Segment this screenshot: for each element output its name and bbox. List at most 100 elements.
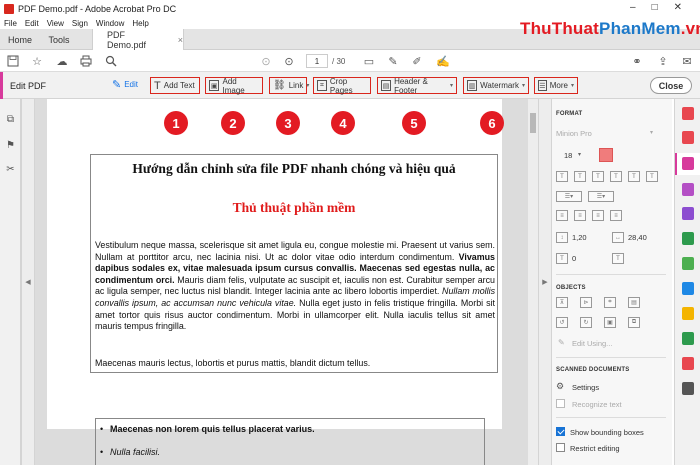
watermark-button[interactable]: ▥ Watermark ▾ [463,77,529,94]
edit-pdf-icon[interactable] [682,157,694,170]
close-window-icon[interactable]: ✕ [674,2,682,13]
tab-document[interactable]: PDF Demo.pdf × [92,29,184,50]
print-production-icon[interactable] [682,332,694,345]
text-style-icon[interactable]: T [556,171,568,182]
restrict-editing-checkbox[interactable] [556,443,565,452]
maximize-icon[interactable]: □ [652,2,658,13]
document-subtitle[interactable]: Thủ thuật phần mềm [91,200,497,216]
create-pdf-icon[interactable] [682,107,694,120]
char-spacing-value[interactable]: 28,40 [628,233,647,242]
mail-icon[interactable]: ✉ [680,54,694,68]
search-icon[interactable] [104,54,118,68]
more-tools-icon[interactable] [682,382,694,395]
document-title[interactable]: Hướng dẫn chỉnh sửa file PDF nhanh chóng… [91,161,497,177]
close-tab-icon[interactable]: × [178,35,183,45]
header-footer-button[interactable]: ▤ Header & Footer ▾ [377,77,457,95]
arrange-icon[interactable]: ⧉ [628,317,640,328]
align-right-icon[interactable]: ≡ [592,210,604,221]
flip-horizontal-icon[interactable]: ⊳ [580,297,592,308]
body-paragraph[interactable]: Vestibulum neque massa, scelerisque sit … [95,240,495,333]
font-family-select[interactable]: Minion Pro [556,129,592,138]
menu-help[interactable]: Help [132,19,148,28]
bookmarks-icon[interactable]: ⚑ [5,139,16,151]
bookmark-star-icon[interactable]: ☆ [30,54,44,68]
comment-icon[interactable]: ▭ [362,54,376,68]
tab-home[interactable]: Home [0,29,40,50]
protect-icon[interactable] [682,357,694,370]
align-center-icon[interactable]: ≡ [574,210,586,221]
vertical-scrollbar[interactable] [528,99,538,465]
show-bounding-checkbox[interactable] [556,427,565,436]
next-page-icon[interactable]: ⊙ [282,54,296,68]
window-controls[interactable]: – □ ✕ [630,2,682,13]
bullet-list-box[interactable]: • Maecenas non lorem quis tellus placera… [95,418,485,465]
combine-files-icon[interactable] [682,183,694,196]
settings-link[interactable]: Settings [572,383,599,392]
align-objects-icon[interactable]: ▤ [628,297,640,308]
menu-view[interactable]: View [47,19,64,28]
text-color-swatch[interactable] [599,148,613,162]
crop-object-icon[interactable]: ⌗ [604,297,616,308]
export-pdf-icon[interactable] [682,131,694,144]
sign-icon[interactable]: ✍ [436,54,450,68]
menu-sign[interactable]: Sign [72,19,88,28]
text-style-icon[interactable]: T [574,171,586,182]
add-text-button[interactable]: T Add Text [150,77,200,94]
page-number-input[interactable]: 1 [306,54,328,68]
bullet-item[interactable]: Maecenas non lorem quis tellus placerat … [110,424,315,434]
left-collapse-strip[interactable]: ◀ [21,99,35,465]
menu-edit[interactable]: Edit [25,19,39,28]
rotate-ccw-icon[interactable]: ↺ [556,317,568,328]
watermark-icon: ▥ [467,80,478,91]
flip-vertical-icon[interactable]: ⊼ [556,297,568,308]
attachments-icon[interactable]: ✂ [5,163,16,175]
cloud-upload-icon[interactable]: ☁ [55,54,69,68]
rotate-cw-icon[interactable]: ↻ [580,317,592,328]
previous-page-icon[interactable]: ⊙ [259,54,273,68]
draw-icon[interactable]: ✐ [410,54,424,68]
align-justify-icon[interactable]: ≡ [610,210,622,221]
link-button[interactable]: ⛓ Link ▾ [269,77,309,94]
divider [556,357,666,358]
print-icon[interactable] [79,54,93,68]
minimize-icon[interactable]: – [630,2,636,13]
comment-tool-icon[interactable] [682,307,694,320]
text-style-icon[interactable]: T [628,171,640,182]
bullet-item[interactable]: Nulla facilisi. [110,447,160,457]
font-size-select[interactable]: 18 [564,151,572,160]
save-icon[interactable] [6,54,20,68]
line-spacing-value[interactable]: 1,20 [572,233,587,242]
scroll-thumb[interactable] [530,113,536,133]
bullet-list-icon[interactable]: ☰▾ [556,191,582,202]
fill-sign-icon[interactable] [682,207,694,220]
recognize-text-link[interactable]: Recognize text [572,400,622,409]
scale-value[interactable]: 0 [572,254,576,263]
text-bounding-box[interactable]: Hướng dẫn chỉnh sửa file PDF nhanh chóng… [90,154,498,373]
menu-window[interactable]: Window [96,19,124,28]
body-paragraph-2[interactable]: Maecenas mauris lectus, lobortis et puru… [95,358,495,370]
send-for-signature-icon[interactable] [682,232,694,245]
edit-using-select[interactable]: Edit Using... [572,339,612,348]
line-spacing-icon: ↕ [556,232,568,243]
page-thumbnails-icon[interactable]: ⧉ [5,113,16,125]
add-image-button[interactable]: ▣ Add Image [205,77,263,95]
edit-button[interactable]: ✎ Edit [112,78,138,91]
enhance-scans-icon[interactable] [682,282,694,295]
more-button[interactable]: ☰ More ▾ [534,77,578,94]
text-style-icon[interactable]: T [646,171,658,182]
align-left-icon[interactable]: ≡ [556,210,568,221]
link-share-icon[interactable]: ⚭ [630,54,644,68]
close-edit-button[interactable]: Close [650,77,692,94]
replace-image-icon[interactable]: ▣ [604,317,616,328]
tab-document-label: PDF Demo.pdf [107,29,147,50]
menu-file[interactable]: File [4,19,17,28]
tab-tools[interactable]: Tools [40,29,78,50]
text-style-icon[interactable]: T [610,171,622,182]
numbered-list-icon[interactable]: ☰▾ [588,191,614,202]
text-style-icon[interactable]: T [592,171,604,182]
right-collapse-strip[interactable]: ▶ [538,99,552,465]
crop-pages-button[interactable]: ⌗ Crop Pages [313,77,371,95]
share-icon[interactable]: ⇪ [656,54,670,68]
highlight-pen-icon[interactable]: ✎ [386,54,400,68]
organize-pages-icon[interactable] [682,257,694,270]
